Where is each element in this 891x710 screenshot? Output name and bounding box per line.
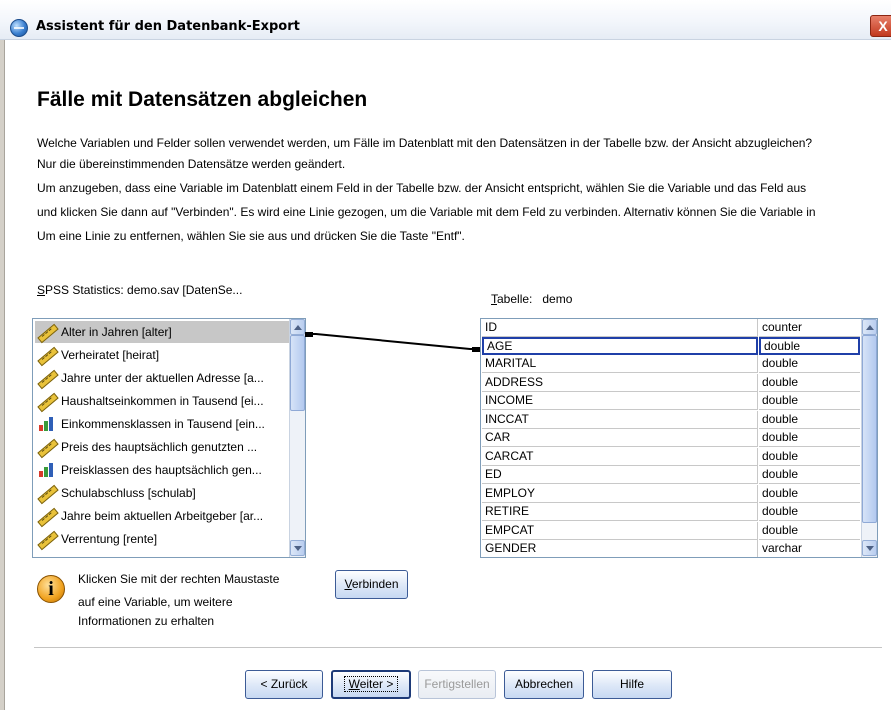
scroll-thumb[interactable]	[290, 335, 305, 411]
table-row[interactable]: ID counter	[481, 319, 861, 337]
scroll-thumb[interactable]	[862, 335, 877, 523]
title-bar[interactable]: Assistent für den Datenbank-Export X	[0, 0, 891, 40]
info-text: Klicken Sie mit der rechten Maustaste	[78, 572, 280, 586]
scale-ruler-icon	[35, 438, 57, 456]
page-title: Fälle mit Datensätzen abgleichen	[37, 88, 368, 111]
description-line: Um anzugeben, dass eine Variable im Date…	[37, 181, 807, 195]
table-row[interactable]: ADDRESS double	[481, 374, 861, 392]
table-row[interactable]: CARCAT double	[481, 448, 861, 466]
scroll-up-button[interactable]	[862, 319, 877, 335]
list-item[interactable]: Haushaltseinkommen in Tausend [ei...	[35, 390, 289, 412]
list-item[interactable]: Einkommensklassen in Tausend [ein...	[35, 413, 289, 435]
table-row[interactable]: INCOME double	[481, 392, 861, 410]
table-scrollbar[interactable]	[861, 319, 877, 557]
scroll-down-button[interactable]	[290, 540, 305, 556]
list-item[interactable]: Jahre unter der aktuellen Adresse [a...	[35, 367, 289, 389]
connector-start	[305, 332, 313, 337]
ordinal-bar-icon	[35, 415, 57, 433]
list-item[interactable]: Jahre beim aktuellen Arbeitgeber [ar...	[35, 505, 289, 527]
table-row[interactable]: EMPCAT double	[481, 522, 861, 540]
table-row[interactable]: GENDER varchar	[481, 540, 861, 557]
table-row[interactable]: ED double	[481, 466, 861, 484]
scale-ruler-icon	[35, 484, 57, 502]
ordinal-bar-icon	[35, 461, 57, 479]
table-row[interactable]: AGE double	[481, 337, 861, 355]
scale-ruler-icon	[35, 392, 57, 410]
description-line: Nur die übereinstimmenden Datensätze wer…	[37, 157, 346, 171]
help-button[interactable]: Hilfe	[592, 670, 672, 699]
table-row[interactable]: INCCAT double	[481, 411, 861, 429]
scale-ruler-icon	[35, 530, 57, 548]
list-item[interactable]: Schulabschluss [schulab]	[35, 482, 289, 504]
scale-ruler-icon	[35, 346, 57, 364]
table-label: Tabelle: demo	[491, 292, 573, 306]
scale-ruler-icon	[35, 507, 57, 525]
info-text: Informationen zu erhalten	[78, 614, 215, 628]
info-text: auf eine Variable, um weitere	[78, 595, 233, 609]
list-item[interactable]: Verrentung [rente]	[35, 528, 289, 550]
divider	[34, 647, 882, 649]
scale-ruler-icon	[35, 369, 57, 387]
table-row[interactable]: RETIRE double	[481, 503, 861, 521]
description-line: und klicken Sie dann auf "Verbinden". Es…	[37, 205, 816, 219]
table-row[interactable]: MARITAL double	[481, 355, 861, 373]
list-item[interactable]: Preis des hauptsächlich genutzten ...	[35, 436, 289, 458]
finish-button[interactable]: Fertigstellen	[418, 670, 496, 699]
window-frame	[0, 40, 5, 710]
connector-end	[472, 347, 480, 352]
globe-icon	[10, 19, 28, 37]
table-row[interactable]: CAR double	[481, 429, 861, 447]
window-title: Assistent für den Datenbank-Export	[36, 19, 300, 34]
scroll-up-button[interactable]	[290, 319, 305, 335]
description-line: Welche Variablen und Felder sollen verwe…	[37, 136, 813, 150]
description-line: Um eine Linie zu entfernen, wählen Sie s…	[37, 229, 465, 243]
table-field-grid[interactable]: ID counter AGE double MARITAL double ADDRES…	[480, 318, 878, 558]
table-row[interactable]: EMPLOY double	[481, 485, 861, 503]
close-button[interactable]: X	[870, 15, 891, 37]
scale-ruler-icon	[35, 323, 57, 341]
back-button[interactable]: < Zurück	[245, 670, 323, 699]
next-button[interactable]: Weiter >	[331, 670, 411, 699]
list-item[interactable]: Verheiratet [heirat]	[35, 344, 289, 366]
source-label: SPSS Statistics: demo.sav [DatenSe...	[37, 283, 243, 297]
scroll-down-button[interactable]	[862, 540, 877, 556]
source-variable-list[interactable]: Alter in Jahren [alter] Verheiratet [hei…	[32, 318, 306, 558]
list-item[interactable]: Alter in Jahren [alter]	[35, 321, 289, 343]
connect-button[interactable]: Verbinden	[335, 570, 408, 599]
list-item[interactable]: Preisklassen des hauptsächlich gen...	[35, 459, 289, 481]
information-icon: i	[37, 575, 65, 603]
cancel-button[interactable]: Abbrechen	[504, 670, 584, 699]
source-scrollbar[interactable]	[289, 319, 305, 557]
table-name: demo	[542, 292, 573, 306]
